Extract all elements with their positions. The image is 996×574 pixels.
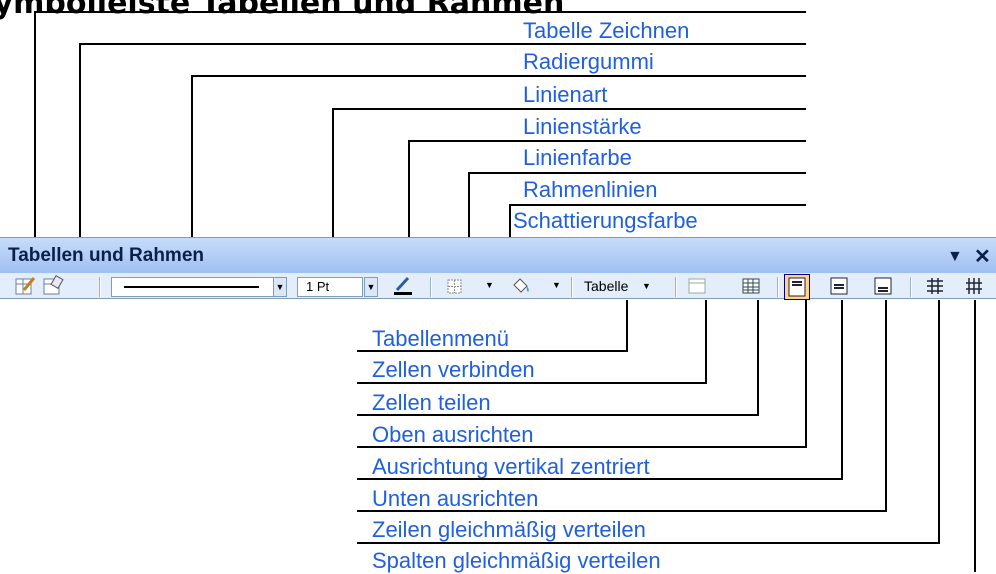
toolbar-titlebar[interactable]: Tabellen und Rahmen ▼ ✕ bbox=[0, 238, 996, 273]
callout-line-vertikal-zentriert bbox=[357, 300, 843, 480]
callout-line-zellen-teilen bbox=[357, 300, 759, 416]
callout-line-schattierungsfarbe bbox=[509, 204, 806, 237]
tables-borders-toolbar: Tabellen und Rahmen ▼ ✕ ▼ 1 Pt ▼ ▼ ▼ Tab… bbox=[0, 237, 996, 300]
toolbar-separator bbox=[430, 277, 432, 297]
distribute-rows-icon bbox=[927, 278, 943, 294]
shading-color-button[interactable] bbox=[509, 275, 535, 299]
line-weight-value: 1 Pt bbox=[306, 279, 330, 294]
callout-line-oben-ausrichten bbox=[357, 300, 807, 448]
table-menu-label: Tabelle bbox=[584, 278, 629, 294]
chevron-down-icon: ▼ bbox=[642, 281, 651, 291]
pen-icon bbox=[394, 276, 412, 295]
border-color-button[interactable] bbox=[392, 275, 416, 299]
toolbar-separator bbox=[777, 277, 779, 297]
distribute-rows-button[interactable] bbox=[924, 275, 948, 299]
toolbar-separator bbox=[675, 277, 677, 297]
toolbar-buttons: ▼ 1 Pt ▼ ▼ ▼ Tabelle ▼ bbox=[0, 274, 996, 300]
draw-table-icon bbox=[15, 277, 36, 295]
table-menu-button[interactable]: Tabelle ▼ bbox=[580, 275, 662, 299]
line-style-preview bbox=[124, 286, 259, 288]
merge-cells-icon bbox=[688, 278, 706, 294]
line-weight-combo[interactable]: 1 Pt bbox=[297, 277, 363, 297]
callout-line-zellen-verbinden bbox=[357, 300, 707, 384]
align-center-vertical-button[interactable] bbox=[828, 275, 852, 299]
eraser-button[interactable] bbox=[42, 274, 66, 299]
eraser-icon bbox=[43, 274, 64, 295]
distribute-columns-button[interactable] bbox=[963, 275, 987, 299]
shading-dropdown-arrow[interactable]: ▼ bbox=[552, 280, 561, 290]
callout-line-linienart bbox=[191, 75, 806, 237]
paint-bucket-icon bbox=[513, 278, 529, 293]
split-cells-button[interactable] bbox=[740, 275, 764, 299]
merge-cells-button[interactable] bbox=[686, 275, 710, 299]
line-style-dropdown-button[interactable]: ▼ bbox=[273, 277, 287, 297]
align-center-vertical-icon bbox=[830, 277, 848, 295]
draw-table-button[interactable] bbox=[14, 275, 38, 299]
split-cells-icon bbox=[742, 278, 760, 294]
borders-button[interactable] bbox=[445, 275, 467, 299]
callout-line-tabelle-zeichnen bbox=[34, 11, 806, 237]
toolbar-options-icon[interactable]: ▼ bbox=[947, 248, 963, 266]
callout-line-tabellenmenue bbox=[357, 300, 628, 352]
align-bottom-icon bbox=[874, 277, 892, 295]
toolbar-title: Tabellen und Rahmen bbox=[8, 245, 205, 266]
line-weight-dropdown-button[interactable]: ▼ bbox=[364, 277, 378, 297]
align-top-icon bbox=[788, 277, 806, 297]
distribute-columns-icon bbox=[966, 278, 982, 294]
close-icon[interactable]: ✕ bbox=[974, 244, 991, 269]
toolbar-separator bbox=[99, 277, 101, 297]
toolbar-separator bbox=[910, 277, 912, 297]
toolbar-separator bbox=[571, 277, 573, 297]
line-style-combo[interactable] bbox=[111, 277, 286, 297]
align-bottom-button[interactable] bbox=[872, 275, 896, 299]
align-top-button[interactable] bbox=[784, 274, 810, 300]
callout-line-zeilen-verteilen bbox=[357, 300, 940, 544]
borders-icon bbox=[447, 279, 462, 294]
borders-dropdown-arrow[interactable]: ▼ bbox=[485, 280, 494, 290]
